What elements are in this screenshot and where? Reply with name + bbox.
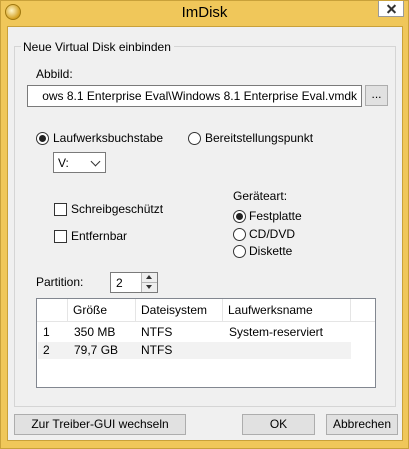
row-filesystem: NTFS: [141, 325, 173, 339]
image-path-field[interactable]: ows 8.1 Enterprise Eval\Windows 8.1 Ente…: [27, 85, 362, 107]
drive-letter-select[interactable]: V:: [53, 152, 106, 173]
title-bar[interactable]: ImDisk: [1, 1, 408, 25]
row-size: 350 MB: [74, 325, 116, 339]
column-header-size[interactable]: Größe: [68, 299, 136, 321]
spin-down-icon[interactable]: [142, 283, 157, 292]
readonly-checkbox[interactable]: [54, 203, 67, 216]
table-row[interactable]: 1 350 MB NTFS System-reserviert: [38, 324, 351, 341]
partition-value: 2: [116, 276, 123, 290]
column-header-index[interactable]: [37, 299, 68, 321]
column-header-filesystem[interactable]: Dateisystem: [136, 299, 223, 321]
partition-label: Partition:: [36, 275, 84, 289]
mount-point-label[interactable]: Bereitstellungspunkt: [205, 131, 313, 145]
dialog-body: Neue Virtual Disk einbinden Abbild: ows …: [7, 26, 403, 441]
partitions-list[interactable]: Größe Dateisystem Laufwerksname 1 350 MB…: [36, 298, 376, 388]
removable-checkbox[interactable]: [54, 230, 67, 243]
removable-label[interactable]: Entfernbar: [71, 229, 127, 243]
window-title: ImDisk: [181, 4, 228, 21]
spinner-buttons: [141, 273, 157, 292]
drive-letter-value: V:: [58, 156, 69, 170]
row-size: 79,7 GB: [74, 343, 119, 357]
drive-letter-radio[interactable]: [36, 132, 49, 145]
cancel-button[interactable]: Abbrechen: [326, 414, 398, 435]
ok-button[interactable]: OK: [242, 414, 315, 435]
device-type-floppy-label[interactable]: Diskette: [249, 244, 292, 258]
close-button[interactable]: [378, 1, 404, 17]
device-type-radio-harddisk[interactable]: [233, 210, 246, 223]
partition-spinner[interactable]: 2: [110, 272, 158, 293]
row-volume-name: System-reserviert: [229, 325, 324, 339]
groupbox-title: Neue Virtual Disk einbinden: [21, 40, 174, 54]
list-header: Größe Dateisystem Laufwerksname: [37, 299, 375, 322]
device-type-harddisk-label[interactable]: Festplatte: [249, 209, 302, 223]
row-index: 2: [43, 343, 50, 357]
browse-button[interactable]: ...: [365, 85, 388, 106]
column-header-volume-name[interactable]: Laufwerksname: [223, 299, 351, 321]
drive-letter-label[interactable]: Laufwerksbuchstabe: [53, 131, 163, 145]
row-filesystem: NTFS: [141, 343, 173, 357]
chevron-down-icon: [90, 156, 101, 167]
mount-point-radio[interactable]: [188, 132, 201, 145]
table-row[interactable]: 2 79,7 GB NTFS: [38, 342, 351, 359]
image-path-text: ows 8.1 Enterprise Eval\Windows 8.1 Ente…: [42, 89, 357, 103]
spin-up-icon[interactable]: [142, 273, 157, 283]
device-type-label: Geräteart:: [233, 189, 288, 203]
device-type-cd-label[interactable]: CD/DVD: [249, 227, 295, 241]
image-label: Abbild:: [36, 67, 73, 81]
driver-gui-button[interactable]: Zur Treiber-GUI wechseln: [14, 414, 186, 435]
row-index: 1: [43, 325, 50, 339]
device-type-radio-cd[interactable]: [233, 228, 246, 241]
device-type-radio-floppy[interactable]: [233, 245, 246, 258]
readonly-label[interactable]: Schreibgeschützt: [71, 202, 163, 216]
imdisk-window: ImDisk Neue Virtual Disk einbinden Abbil…: [0, 0, 409, 449]
